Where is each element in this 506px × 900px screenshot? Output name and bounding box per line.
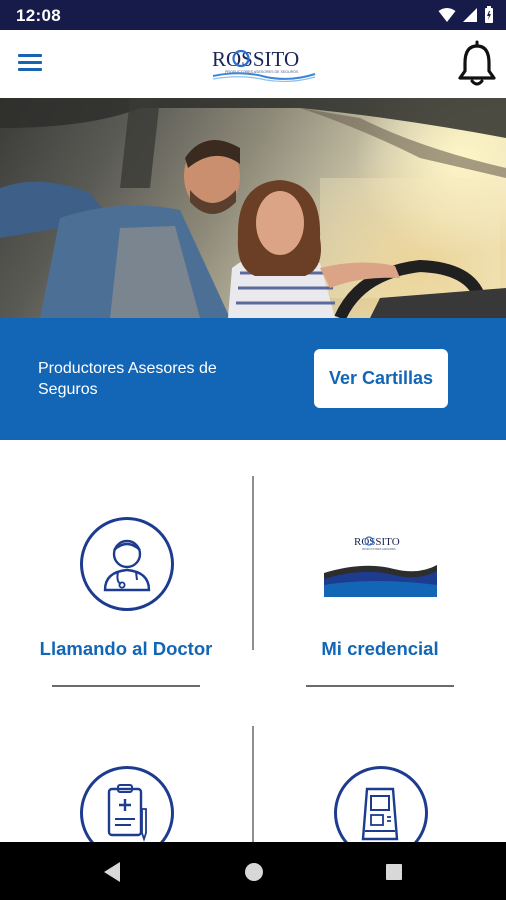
- tile-underline: [52, 685, 200, 687]
- logo-text: ROSSITO: [212, 47, 299, 71]
- ver-cartillas-button[interactable]: Ver Cartillas: [314, 349, 448, 408]
- hero-image: [0, 98, 506, 318]
- hamburger-line: [18, 61, 42, 64]
- svg-text:ROSSITO: ROSSITO: [354, 536, 400, 548]
- atm-icon: [334, 766, 428, 842]
- promo-banner: Productores Asesores de Seguros Ver Cart…: [0, 318, 506, 440]
- tile-mi-credencial[interactable]: ROSSITO PRODUCTORES ASESORES Mi credenci…: [254, 500, 506, 700]
- home-button[interactable]: [240, 858, 268, 886]
- tile-llamando-doctor[interactable]: Llamando al Doctor: [0, 500, 252, 700]
- tile-medical-records[interactable]: [0, 740, 252, 842]
- back-button[interactable]: [98, 858, 126, 886]
- recents-square-icon: [386, 864, 402, 880]
- bell-icon: [458, 40, 496, 86]
- doctor-icon: [80, 517, 174, 611]
- wifi-icon: [438, 8, 456, 22]
- back-triangle-icon: [104, 862, 120, 882]
- tile-label: Llamando al Doctor: [39, 638, 213, 659]
- status-icons: [438, 6, 494, 24]
- rossito-logo: ROSSITO PRODUCTORES ASESORES DE SEGUROS: [211, 44, 317, 84]
- credential-card-image: ROSSITO PRODUCTORES ASESORES: [324, 525, 437, 597]
- recents-button[interactable]: [380, 858, 408, 886]
- home-circle-icon: [245, 863, 263, 881]
- logo-graphic: ROSSITO PRODUCTORES ASESORES DE SEGUROS: [212, 47, 316, 83]
- hero-illustration: [0, 98, 506, 318]
- system-nav-bar: [0, 842, 506, 900]
- svg-text:PRODUCTORES ASESORES: PRODUCTORES ASESORES: [362, 548, 396, 551]
- banner-text: Productores Asesores de Seguros: [38, 360, 217, 398]
- battery-icon: [485, 6, 493, 23]
- hamburger-line: [18, 68, 42, 71]
- cell-signal-icon: [463, 8, 477, 22]
- clipboard-medical-icon: [80, 766, 174, 842]
- tile-underline: [306, 685, 454, 687]
- services-grid: Llamando al Doctor ROSSITO PRODUCTORES A…: [0, 440, 506, 842]
- tile-atm[interactable]: [254, 740, 506, 842]
- hamburger-icon: [18, 54, 42, 57]
- app-bar: ROSSITO PRODUCTORES ASESORES DE SEGUROS: [0, 30, 506, 98]
- notifications-button[interactable]: [456, 38, 498, 90]
- tile-label: Mi credencial: [321, 638, 439, 659]
- menu-button[interactable]: [18, 50, 52, 78]
- status-bar: 12:08: [0, 0, 506, 30]
- status-time: 12:08: [16, 6, 61, 25]
